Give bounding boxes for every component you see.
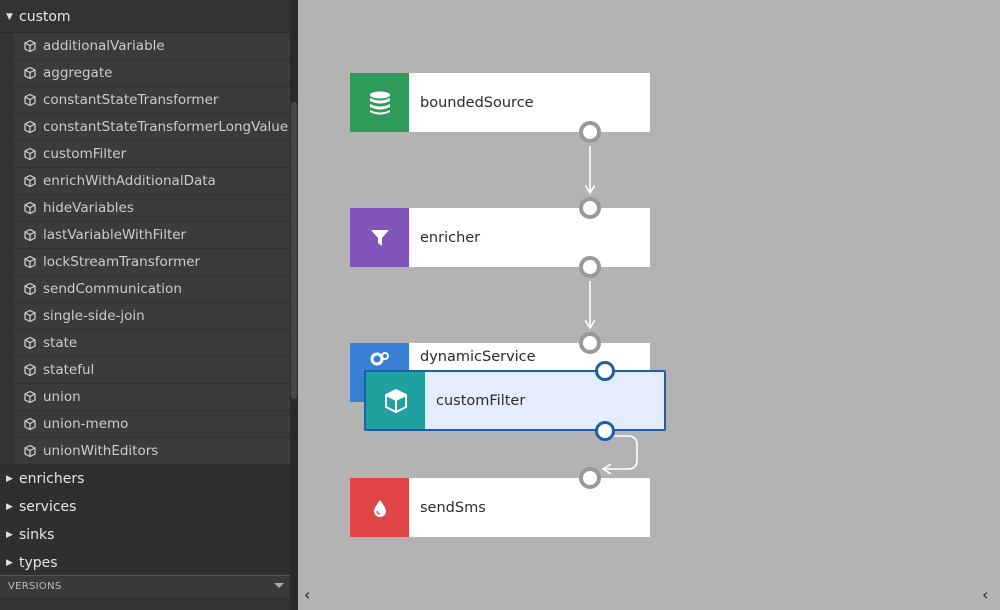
cube-icon xyxy=(24,40,36,52)
cube-icon xyxy=(24,121,36,133)
node-label: boundedSource xyxy=(420,94,534,111)
item-label: lockStreamTransformer xyxy=(43,254,201,270)
expand-arrow-icon: ▶ xyxy=(6,529,13,540)
cube-icon xyxy=(24,283,36,295)
input-port-enricher[interactable] xyxy=(579,197,601,219)
toolbox-item-constantStateTransformerLongValue[interactable]: constantStateTransformerLongValue xyxy=(14,114,290,141)
versions-panel-header[interactable]: VERSIONS xyxy=(0,575,290,597)
group-label: sinks xyxy=(19,526,55,543)
toolbox-item-union[interactable]: union xyxy=(14,384,290,411)
expand-arrow-icon: ▶ xyxy=(6,473,13,484)
group-types[interactable]: ▶ types xyxy=(0,549,290,577)
toolbox-item-sendCommunication[interactable]: sendCommunication xyxy=(14,276,290,303)
item-label: additionalVariable xyxy=(43,38,165,54)
drop-icon xyxy=(350,478,409,537)
versions-label: VERSIONS xyxy=(8,581,62,592)
item-label: union xyxy=(43,389,81,405)
node-label: enricher xyxy=(420,229,481,246)
cube-icon xyxy=(24,445,36,457)
node-customFilter-dragging[interactable]: customFilter xyxy=(364,370,666,431)
node-label: sendSms xyxy=(420,499,486,516)
node-label: dynamicService xyxy=(420,348,536,365)
sidebar-footer xyxy=(0,597,290,610)
item-label: unionWithEditors xyxy=(43,443,159,459)
expand-arrow-icon: ▶ xyxy=(6,557,13,568)
caret-down-icon[interactable] xyxy=(274,583,284,588)
item-label: union-memo xyxy=(43,416,129,432)
cube-icon xyxy=(24,337,36,349)
collapse-left-arrow-icon[interactable]: ‹ xyxy=(304,585,310,604)
group-enrichers[interactable]: ▶ enrichers xyxy=(0,465,290,493)
group-label: services xyxy=(19,498,77,515)
cube-icon xyxy=(24,364,36,376)
item-label: stateful xyxy=(43,362,95,378)
item-label: customFilter xyxy=(43,146,127,162)
output-port-boundedSource[interactable] xyxy=(579,121,601,143)
toolbox-item-hideVariables[interactable]: hideVariables xyxy=(14,195,290,222)
item-label: hideVariables xyxy=(43,200,134,216)
toolbox-item-single-side-join[interactable]: single-side-join xyxy=(14,303,290,330)
item-label: constantStateTransformerLongValue xyxy=(43,119,289,135)
collapse-right-arrow-icon[interactable]: ‹ xyxy=(982,585,988,604)
item-label: enrichWithAdditionalData xyxy=(43,173,216,189)
item-label: constantStateTransformer xyxy=(43,92,219,108)
node-boundedSource[interactable]: boundedSource xyxy=(350,73,650,132)
toolbox-item-stateful[interactable]: stateful xyxy=(14,357,290,384)
group-label: enrichers xyxy=(19,470,85,487)
toolbox-item-unionWithEditors[interactable]: unionWithEditors xyxy=(14,438,290,465)
node-sendSms[interactable]: sendSms xyxy=(350,478,650,537)
group-label: types xyxy=(19,554,58,571)
cube-icon xyxy=(366,372,425,429)
node-label: customFilter xyxy=(436,392,526,409)
toolbox-item-union-memo[interactable]: union-memo xyxy=(14,411,290,438)
toolbox-item-constantStateTransformer[interactable]: constantStateTransformer xyxy=(14,87,290,114)
database-icon xyxy=(350,73,409,132)
cube-icon xyxy=(24,148,36,160)
cube-icon xyxy=(24,256,36,268)
output-port-enricher[interactable] xyxy=(579,256,601,278)
expand-arrow-icon: ▶ xyxy=(6,501,13,512)
cube-icon xyxy=(24,175,36,187)
filter-icon xyxy=(350,208,409,267)
group-custom[interactable]: ▼ custom xyxy=(0,0,290,33)
scrollbar-thumb[interactable] xyxy=(291,102,297,399)
item-label: single-side-join xyxy=(43,308,145,324)
cube-icon xyxy=(24,202,36,214)
toolbox-item-lockStreamTransformer[interactable]: lockStreamTransformer xyxy=(14,249,290,276)
group-label: custom xyxy=(19,9,71,25)
input-port-sendSms[interactable] xyxy=(579,467,601,489)
item-label: sendCommunication xyxy=(43,281,182,297)
group-services[interactable]: ▶ services xyxy=(0,493,290,521)
graph-canvas[interactable]: boundedSource enricher dynamicService se… xyxy=(298,0,1000,610)
toolbox-item-lastVariableWithFilter[interactable]: lastVariableWithFilter xyxy=(14,222,290,249)
group-sinks[interactable]: ▶ sinks xyxy=(0,521,290,549)
edge-customFilter-sendSms[interactable] xyxy=(604,435,638,469)
toolbox-item-customFilter[interactable]: customFilter xyxy=(14,141,290,168)
toolbox-item-aggregate[interactable]: aggregate xyxy=(14,60,290,87)
item-label: state xyxy=(43,335,78,351)
cube-icon xyxy=(24,391,36,403)
cube-icon xyxy=(24,418,36,430)
cube-icon xyxy=(24,67,36,79)
toolbox-item-enrichWithAdditionalData[interactable]: enrichWithAdditionalData xyxy=(14,168,290,195)
output-port-customFilter[interactable] xyxy=(595,421,615,441)
cube-icon xyxy=(24,94,36,106)
cube-icon xyxy=(24,229,36,241)
input-port-customFilter[interactable] xyxy=(595,361,615,381)
toolbox-sidebar: ▼ custom additionalVariable aggregate cons… xyxy=(0,0,290,610)
collapse-arrow-icon: ▼ xyxy=(6,12,13,22)
cube-icon xyxy=(24,310,36,322)
input-port-dynamicService[interactable] xyxy=(579,332,601,354)
toolbox-item-additionalVariable[interactable]: additionalVariable xyxy=(14,33,290,60)
item-label: lastVariableWithFilter xyxy=(43,227,187,243)
sidebar-scrollbar[interactable] xyxy=(290,0,298,610)
node-enricher[interactable]: enricher xyxy=(350,208,650,267)
toolbox-item-state[interactable]: state xyxy=(14,330,290,357)
item-label: aggregate xyxy=(43,65,113,81)
